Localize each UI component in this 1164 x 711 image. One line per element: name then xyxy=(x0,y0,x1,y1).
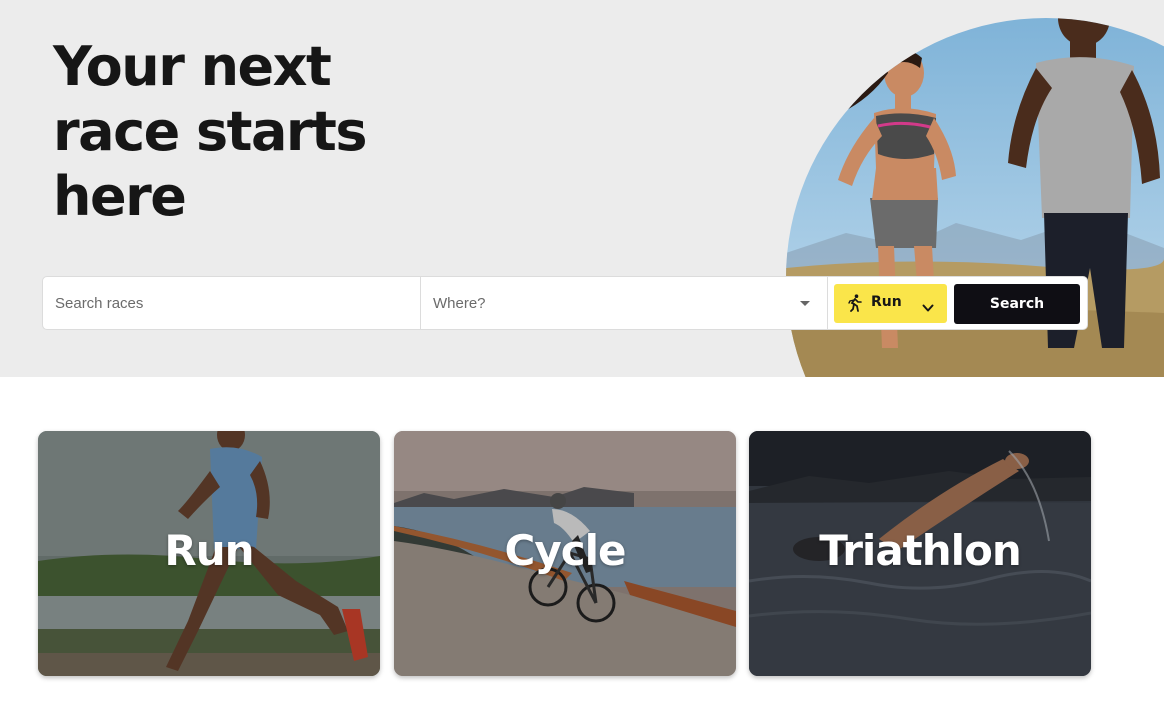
category-card-run[interactable]: Run xyxy=(38,431,380,676)
search-divider xyxy=(827,277,828,329)
sport-select-label: Run xyxy=(871,294,902,310)
category-card-label: Cycle xyxy=(504,526,627,575)
chevron-down-icon xyxy=(922,298,934,317)
hero-section: Your next race starts here Search races … xyxy=(0,0,1164,377)
search-bar: Run Search xyxy=(42,276,1088,330)
hero-title-line-2: race starts xyxy=(53,100,367,163)
caret-down-icon[interactable] xyxy=(800,301,810,306)
category-card-label: Run xyxy=(164,526,254,575)
category-card-triathlon[interactable]: Triathlon xyxy=(749,431,1091,676)
category-card-cycle[interactable]: Cycle xyxy=(394,431,736,676)
search-races-input[interactable] xyxy=(43,277,420,329)
hero-title: Your next race starts here xyxy=(53,34,413,229)
search-button[interactable]: Search xyxy=(954,284,1080,324)
sport-select[interactable]: Run xyxy=(834,284,947,323)
where-field[interactable] xyxy=(421,277,827,329)
running-person-icon xyxy=(847,294,863,316)
category-cards: Run Cycle Triathlon xyxy=(38,431,1092,676)
hero-title-line-1: Your next xyxy=(53,35,332,98)
category-card-label: Triathlon xyxy=(819,526,1022,575)
hero-title-line-3: here xyxy=(53,165,187,228)
where-input[interactable] xyxy=(421,277,791,329)
